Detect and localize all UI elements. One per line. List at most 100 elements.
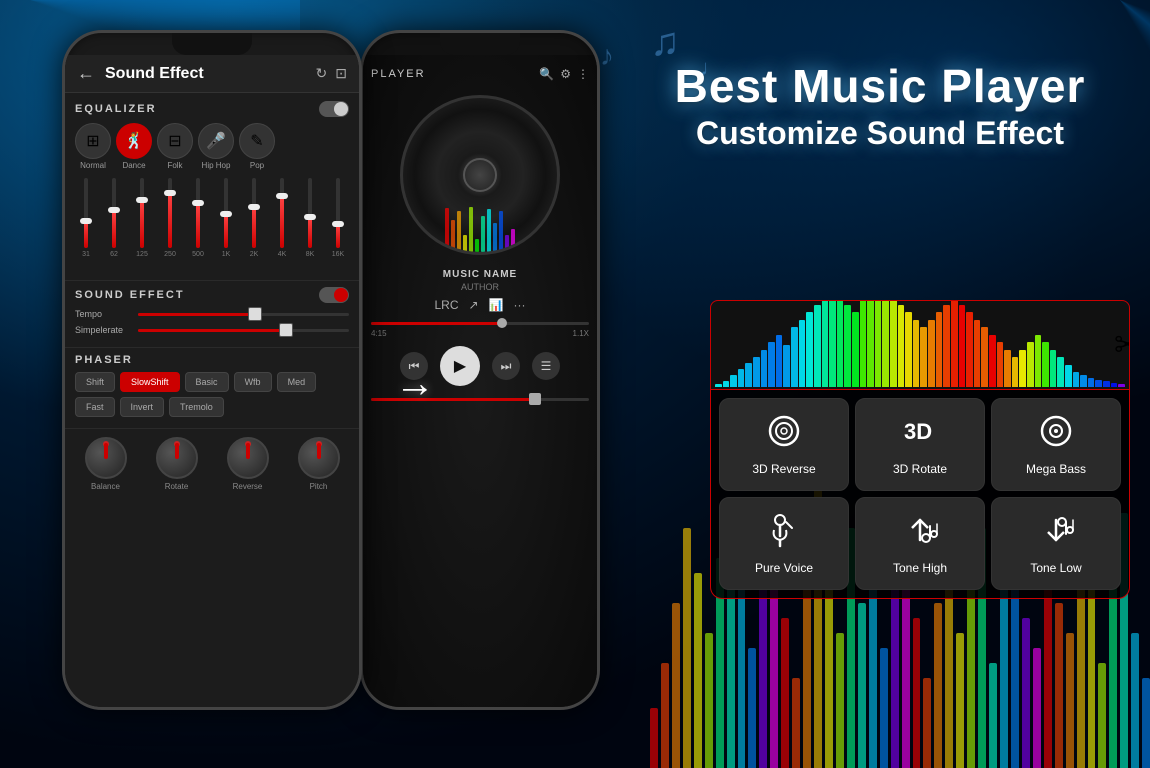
spectrum-bar bbox=[745, 363, 752, 387]
spectrum-bar bbox=[959, 305, 966, 388]
bg-bar bbox=[989, 663, 997, 768]
phaser-btn-slowshift[interactable]: SlowShift bbox=[120, 372, 180, 392]
knob-balance[interactable]: Balance bbox=[85, 437, 127, 491]
effects-grid: 3D Reverse 3D 3D Rotate Mega Bass Pure V… bbox=[710, 390, 1130, 599]
eq-freq-label: 1K bbox=[222, 251, 231, 258]
sound-sliders: Tempo Simpelerate bbox=[75, 309, 349, 335]
settings-icon[interactable]: ⚙ bbox=[560, 67, 571, 81]
eq-thumb bbox=[164, 190, 176, 196]
sound-slider-tempo[interactable]: Tempo bbox=[75, 309, 349, 319]
eq-band-4K[interactable]: 4K bbox=[271, 178, 293, 268]
eq-toggle[interactable] bbox=[319, 101, 349, 117]
spectrum-bar bbox=[1095, 380, 1102, 388]
preset-pop[interactable]: ✎Pop bbox=[239, 123, 275, 170]
tone-high-icon bbox=[902, 512, 938, 553]
eq-band-500[interactable]: 500 bbox=[187, 178, 209, 268]
eq-thumb bbox=[248, 204, 260, 210]
back-button[interactable]: ← bbox=[77, 63, 95, 84]
bg-bar bbox=[650, 708, 658, 768]
save-icon[interactable]: ⊡ bbox=[335, 65, 347, 82]
eq-band-16K[interactable]: 16K bbox=[327, 178, 349, 268]
spectrum-bar bbox=[791, 327, 798, 387]
effect-card-3d-rotate[interactable]: 3D 3D Rotate bbox=[855, 398, 985, 491]
preset-hip hop[interactable]: 🎤Hip Hop bbox=[198, 123, 234, 170]
share-icon[interactable]: ↗ bbox=[469, 298, 479, 312]
preset-normal[interactable]: ⊞Normal bbox=[75, 123, 111, 170]
phaser-header: PHASER bbox=[75, 354, 349, 366]
spectrum-bar bbox=[844, 305, 851, 388]
spectrum-bar bbox=[974, 320, 981, 388]
next-button[interactable]: ⏭ bbox=[492, 352, 520, 380]
sound-slider-simpelerate[interactable]: Simpelerate bbox=[75, 325, 349, 335]
eq-fill bbox=[308, 217, 312, 249]
sound-slider-track bbox=[138, 313, 349, 316]
phaser-title: PHASER bbox=[75, 354, 133, 366]
eq-fill bbox=[336, 224, 340, 249]
bg-bar bbox=[967, 588, 975, 768]
knob-dot bbox=[245, 441, 251, 447]
phaser-btn-med[interactable]: Med bbox=[277, 372, 317, 392]
more-icon[interactable]: ⋮ bbox=[577, 67, 589, 81]
progress-bar[interactable] bbox=[371, 322, 589, 325]
effect-card-pure-voice[interactable]: Pure Voice bbox=[719, 497, 849, 590]
refresh-icon[interactable]: ↻ bbox=[316, 65, 328, 82]
preset-circle: 🕺 bbox=[116, 123, 152, 159]
phaser-btn-shift[interactable]: Shift bbox=[75, 372, 115, 392]
eq-band-62[interactable]: 62 bbox=[103, 178, 125, 268]
sound-effect-toggle[interactable] bbox=[319, 287, 349, 303]
bg-bar bbox=[1098, 663, 1106, 768]
phaser-btn-invert[interactable]: Invert bbox=[120, 397, 165, 417]
preset-circle: ⊟ bbox=[157, 123, 193, 159]
spectrum-bar bbox=[1019, 350, 1026, 388]
eq-band-2K[interactable]: 2K bbox=[243, 178, 265, 268]
effect-label: 3D Reverse bbox=[752, 462, 815, 476]
effect-card-tone-low[interactable]: Tone Low bbox=[991, 497, 1121, 590]
mega-bass-icon bbox=[1038, 413, 1074, 454]
lyrics-icon[interactable]: LRC bbox=[434, 298, 458, 312]
effect-card-tone-high[interactable]: Tone High bbox=[855, 497, 985, 590]
spectrum-bar bbox=[1088, 378, 1095, 387]
knob-label: Balance bbox=[91, 482, 120, 491]
eq-band-31[interactable]: 31 bbox=[75, 178, 97, 268]
knob-dial bbox=[227, 437, 269, 479]
spectrum-bar bbox=[753, 357, 760, 387]
action-icons: LRC ↗ 📊 ··· bbox=[434, 298, 525, 312]
knob-reverse[interactable]: Reverse bbox=[227, 437, 269, 491]
spectrum-bar bbox=[890, 300, 897, 387]
spectrum-bar bbox=[837, 300, 844, 387]
preset-dance[interactable]: 🕺Dance bbox=[116, 123, 152, 170]
phaser-btn-fast[interactable]: Fast bbox=[75, 397, 115, 417]
eq-band-250[interactable]: 250 bbox=[159, 178, 181, 268]
spectrum-bar bbox=[1004, 350, 1011, 388]
phaser-btn-basic[interactable]: Basic bbox=[185, 372, 229, 392]
effect-card-3d-reverse[interactable]: 3D Reverse bbox=[719, 398, 849, 491]
preset-row: ⊞Normal🕺Dance⊟Folk🎤Hip Hop✎Pop bbox=[75, 123, 349, 170]
knob-label: Reverse bbox=[233, 482, 263, 491]
eq-track bbox=[308, 178, 312, 248]
eq-band-1K[interactable]: 1K bbox=[215, 178, 237, 268]
effect-card-mega-bass[interactable]: Mega Bass bbox=[991, 398, 1121, 491]
knob-pitch[interactable]: Pitch bbox=[298, 437, 340, 491]
3d-reverse-icon bbox=[766, 413, 802, 454]
search-icon[interactable]: 🔍 bbox=[539, 67, 554, 81]
svg-text:3D: 3D bbox=[904, 419, 932, 444]
playlist-button[interactable]: ☰ bbox=[532, 352, 560, 380]
preset-folk[interactable]: ⊟Folk bbox=[157, 123, 193, 170]
bg-bar bbox=[792, 678, 800, 768]
knob-rotate[interactable]: Rotate bbox=[156, 437, 198, 491]
bg-bar bbox=[672, 603, 680, 768]
eq-band-125[interactable]: 125 bbox=[131, 178, 153, 268]
eq-fill bbox=[252, 206, 256, 248]
play-button[interactable]: ▶ bbox=[440, 346, 480, 386]
equalizer-icon[interactable]: 📊 bbox=[489, 298, 504, 312]
effect-label: Tone Low bbox=[1030, 561, 1081, 575]
bg-bar bbox=[880, 648, 888, 768]
phaser-btn-wfb[interactable]: Wfb bbox=[234, 372, 272, 392]
eq-track bbox=[112, 178, 116, 248]
dots-icon[interactable]: ··· bbox=[514, 298, 526, 312]
eq-band-8K[interactable]: 8K bbox=[299, 178, 321, 268]
knob-dot bbox=[316, 441, 322, 447]
eq-freq-label: 4K bbox=[278, 251, 287, 258]
phaser-btn-tremolo[interactable]: Tremolo bbox=[169, 397, 224, 417]
title-line2: Customize Sound Effect bbox=[650, 113, 1110, 155]
